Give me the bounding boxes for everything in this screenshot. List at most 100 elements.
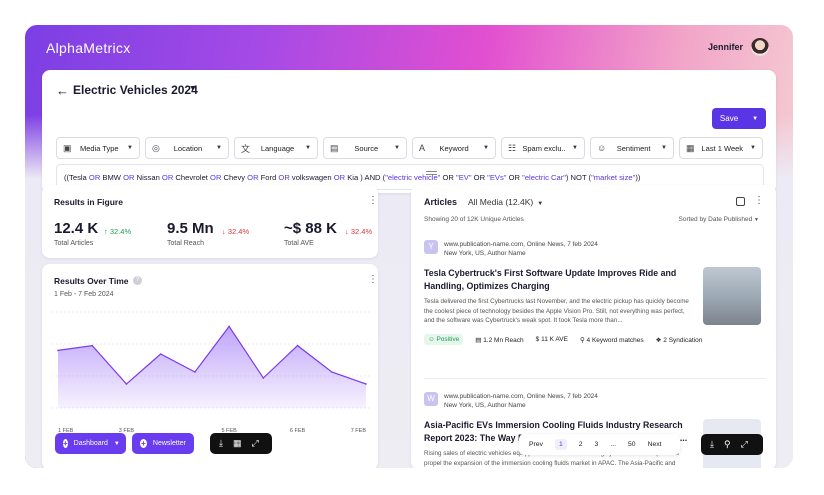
article-headline[interactable]: Tesla Cybertruck's First Software Update… bbox=[424, 267, 694, 293]
keyword-icon: A bbox=[419, 143, 426, 153]
syndication-stat: ❖ 2 Syndication bbox=[656, 336, 703, 344]
more-vertical-icon[interactable]: ⋮ bbox=[368, 195, 378, 206]
spam-icon: ☷ bbox=[508, 142, 517, 153]
filter-language[interactable]: 文 Language ▼ bbox=[234, 137, 318, 159]
page-1-button[interactable]: 1 bbox=[554, 439, 567, 450]
media-filter-label: All Media (12.4K) bbox=[468, 197, 534, 207]
chevron-down-icon[interactable]: ▼ bbox=[189, 85, 196, 92]
chevron-down-icon: ▼ bbox=[394, 145, 400, 151]
data-point[interactable] bbox=[91, 344, 94, 347]
data-point[interactable] bbox=[330, 371, 333, 373]
card-title: Results Over Time bbox=[54, 276, 129, 286]
arrow-down-icon: ↓ bbox=[222, 227, 226, 236]
chart-toolbar: ⤓ ▦ ⤢ bbox=[210, 433, 272, 454]
grid-icon[interactable]: ▦ bbox=[233, 438, 242, 449]
article-thumbnail[interactable] bbox=[703, 267, 761, 325]
publication-avatar: W bbox=[424, 392, 438, 406]
query-operator: OR bbox=[123, 173, 135, 182]
filter-bar: ▣ Media Type ▼ ◎ Location ▼ 文 Language ▼ ▤ Sour… bbox=[56, 137, 763, 159]
sort-dropdown[interactable]: Sorted by Date Published ▼ bbox=[679, 216, 759, 223]
query-term: )) bbox=[635, 173, 641, 182]
filter-location[interactable]: ◎ Location ▼ bbox=[145, 137, 229, 159]
filter-label: Last 1 Week bbox=[701, 143, 744, 153]
prev-page-button[interactable]: Prev bbox=[529, 441, 543, 448]
date-range: 1 Feb - 7 Feb 2024 bbox=[54, 291, 114, 298]
card-title: Articles bbox=[424, 197, 458, 207]
delta-value: 32.4% bbox=[109, 227, 132, 236]
download-icon[interactable]: ⤓ bbox=[219, 438, 223, 449]
filter-date-range[interactable]: ▦ Last 1 Week ▼ bbox=[679, 137, 763, 159]
more-vertical-icon[interactable]: ⋮ bbox=[368, 274, 378, 285]
reach-value: 1.2 Mn Reach bbox=[483, 336, 524, 344]
next-page-button[interactable]: Next bbox=[648, 441, 662, 448]
query-operator: OR bbox=[247, 173, 259, 182]
query-term: Chevy bbox=[221, 173, 248, 182]
page-3-button[interactable]: 3 bbox=[595, 441, 599, 448]
calendar-icon: ▦ bbox=[686, 142, 695, 153]
sentiment-badge[interactable]: ☺ Positive bbox=[424, 334, 464, 345]
data-point[interactable] bbox=[159, 353, 162, 355]
avatar[interactable] bbox=[751, 38, 769, 56]
media-icon: ▣ bbox=[63, 142, 72, 153]
smile-icon: ☺ bbox=[597, 143, 607, 153]
back-arrow-icon[interactable]: ← bbox=[56, 83, 69, 98]
query-string: "EV" bbox=[456, 173, 472, 182]
top-bar: AlphaMetricx Jennifer bbox=[25, 25, 793, 70]
chevron-down-icon: ▼ bbox=[754, 217, 759, 223]
chevron-down-icon: ▼ bbox=[537, 201, 544, 207]
data-point[interactable] bbox=[194, 371, 196, 373]
data-point[interactable] bbox=[125, 383, 128, 385]
save-button[interactable]: Save ▼ bbox=[712, 108, 766, 129]
metric-label: Total AVE bbox=[284, 240, 314, 247]
help-icon[interactable]: ? bbox=[133, 276, 142, 285]
chevron-down-icon: ▼ bbox=[113, 440, 120, 447]
delta-value: 32.4% bbox=[227, 227, 250, 236]
data-point[interactable] bbox=[228, 325, 230, 328]
media-filter-dropdown[interactable]: All Media (12.4K) ▼ bbox=[468, 197, 543, 207]
query-term: BMW bbox=[100, 173, 124, 182]
filter-source[interactable]: ▤ Source ▼ bbox=[323, 137, 407, 159]
article-source: www.publication-name.com, Online News, 7… bbox=[444, 392, 598, 410]
sort-label: Sorted by Date Published bbox=[678, 216, 753, 223]
dashboard-button[interactable]: + Dashboard ▼ bbox=[55, 433, 126, 454]
expand-icon[interactable]: ⤢ bbox=[741, 439, 748, 450]
data-point[interactable] bbox=[262, 377, 265, 379]
user-menu[interactable]: Jennifer bbox=[708, 38, 769, 56]
data-point[interactable] bbox=[296, 344, 299, 347]
query-operator: OR bbox=[278, 173, 290, 182]
download-icon[interactable]: ⤓ bbox=[710, 439, 714, 450]
syndication-value: 2 Syndication bbox=[663, 336, 703, 344]
query-term: OR bbox=[440, 173, 457, 182]
filter-label: Keyword bbox=[439, 143, 469, 153]
filter-keyword[interactable]: A Keyword ▼ bbox=[412, 137, 496, 159]
metric-value: 12.4 K bbox=[54, 220, 99, 237]
newsletter-button[interactable]: + Newsletter bbox=[132, 433, 194, 454]
source-line: www.publication-name.com, Online News, 7… bbox=[444, 393, 598, 400]
search-icon[interactable]: ⚲ bbox=[724, 439, 731, 450]
sentiment-label: Positive bbox=[436, 336, 460, 343]
reach-stat: ▤ 1.2 Mn Reach bbox=[475, 336, 523, 344]
filter-spam[interactable]: ☷ Spam exclu.. ▼ bbox=[501, 137, 585, 159]
filter-media-type[interactable]: ▣ Media Type ▼ bbox=[56, 137, 140, 159]
expand-icon[interactable]: ⤢ bbox=[252, 438, 259, 449]
save-label: Save bbox=[719, 114, 739, 123]
select-all-checkbox[interactable] bbox=[736, 197, 745, 206]
results-in-figure-card: Results in Figure ⋮ 12.4 K Total Article… bbox=[42, 185, 378, 258]
metric-delta: ↓ 32.4% bbox=[345, 227, 372, 236]
data-point[interactable] bbox=[57, 349, 59, 352]
metric-label: Total Reach bbox=[167, 240, 204, 247]
save-dropdown-icon[interactable]: ▼ bbox=[752, 116, 758, 122]
query-string: "market size" bbox=[591, 173, 636, 182]
articles-card: Articles All Media (12.4K) ▼ ⋮ Showing 20… bbox=[411, 185, 776, 468]
resize-handle[interactable] bbox=[426, 171, 437, 175]
page-2-button[interactable]: 2 bbox=[579, 441, 583, 448]
source-icon: ▤ bbox=[330, 142, 339, 153]
page-50-button[interactable]: 50 bbox=[628, 441, 636, 448]
data-point[interactable] bbox=[365, 383, 367, 385]
more-vertical-icon[interactable]: ⋮ bbox=[754, 195, 764, 206]
filter-label: Source bbox=[354, 143, 379, 153]
metric-delta: ↓ 32.4% bbox=[222, 227, 249, 236]
filter-sentiment[interactable]: ☺ Sentiment ▼ bbox=[590, 137, 674, 159]
app-logo[interactable]: AlphaMetricx bbox=[46, 40, 131, 56]
articles-toolbar: ⤓ ⚲ ⤢ bbox=[701, 434, 763, 455]
